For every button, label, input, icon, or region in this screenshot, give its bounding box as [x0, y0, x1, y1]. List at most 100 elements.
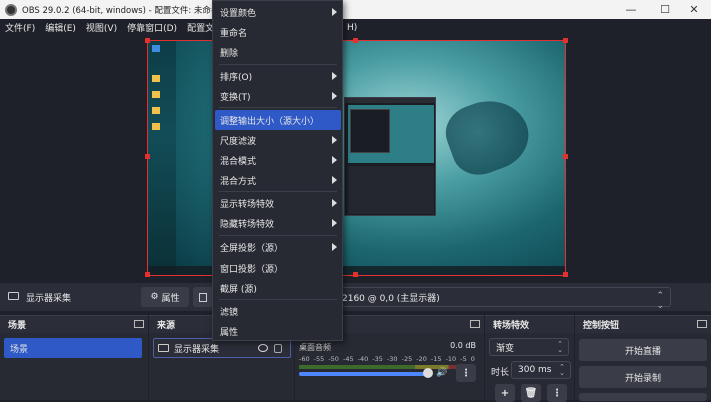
mixer-channel-name: 桌面音频	[299, 343, 331, 352]
menu-separator	[219, 64, 337, 65]
menu-item-windowed-projector[interactable]: 窗口投影（源）	[215, 258, 341, 278]
folder-icon	[152, 107, 160, 114]
folder-icon	[152, 75, 160, 82]
chevron-right-icon	[332, 199, 337, 207]
scenes-dock: 场景 场景	[0, 315, 148, 400]
scenes-title: 场景	[8, 321, 27, 331]
preview-area[interactable]	[0, 36, 711, 283]
lock-icon[interactable]	[274, 344, 282, 353]
start-streaming-button[interactable]: 开始直播	[579, 339, 707, 361]
resize-handle[interactable]	[563, 154, 568, 159]
menu-item-delete[interactable]: 删除	[215, 42, 341, 62]
folder-icon	[152, 91, 160, 98]
menu-item-scale-filter[interactable]: 尺度滤波	[215, 130, 341, 150]
eye-icon[interactable]	[258, 344, 268, 352]
chevron-right-icon	[332, 136, 337, 144]
chevron-right-icon	[332, 92, 337, 100]
resize-handle[interactable]	[145, 272, 150, 277]
menu-separator	[219, 191, 337, 192]
duration-spinbox[interactable]: 300 ms ⌃ ⌄	[511, 361, 571, 379]
volume-slider-handle[interactable]	[423, 368, 433, 378]
mixer-db-value: 0.0 dB	[450, 341, 476, 350]
chevron-right-icon	[332, 72, 337, 80]
folder-icon	[152, 123, 160, 130]
undock-icon[interactable]	[470, 320, 480, 328]
menu-edit[interactable]: 编辑(E)	[40, 21, 81, 34]
menu-separator	[219, 107, 337, 108]
menu-item-blend-mode[interactable]: 混合模式	[215, 150, 341, 170]
chevron-right-icon	[332, 219, 337, 227]
nested-obs-window	[344, 97, 436, 216]
chevron-right-icon	[332, 156, 337, 164]
undock-icon[interactable]	[134, 320, 144, 328]
close-button[interactable]: ✕	[677, 0, 711, 19]
menu-item-set-color[interactable]: 设置颜色	[215, 2, 341, 22]
desktop-icon	[152, 45, 160, 52]
menu-item-order[interactable]: 排序(O)	[215, 66, 341, 86]
menu-item-hide-transition[interactable]: 隐藏转场特效	[215, 213, 341, 233]
menu-item-resize-output[interactable]: 调整输出大小（源大小）	[215, 110, 341, 130]
scene-list-item[interactable]: 场景	[4, 338, 142, 358]
resize-handle[interactable]	[145, 154, 150, 159]
gear-icon: ⚙	[150, 292, 159, 302]
monitor-icon	[158, 344, 169, 352]
menu-bar: 文件(F) 编辑(E) 视图(V) 停靠窗口(D) 配置文件 H)	[0, 19, 711, 36]
duration-value: 300 ms	[518, 365, 552, 375]
filters-button[interactable]	[193, 287, 213, 307]
undock-icon[interactable]	[697, 320, 707, 328]
transition-value: 渐变	[496, 343, 515, 354]
chevron-right-icon	[332, 176, 337, 184]
resize-handle[interactable]	[563, 38, 568, 43]
context-menu: 设置颜色 重命名 删除 排序(O) 变换(T) 调整输出大小（源大小） 尺度滤波…	[212, 0, 343, 341]
source-toolbar: 显示器采集 ⚙ 属性 2160 @ 0,0 (主显示器) ⌃ ⌄	[0, 283, 711, 311]
menu-file[interactable]: 文件(F)	[0, 21, 40, 34]
transitions-title: 转场特效	[493, 321, 530, 331]
menu-item-transform[interactable]: 变换(T)	[215, 86, 341, 106]
menu-item-filters[interactable]: 滤镜	[215, 301, 341, 321]
menu-docks[interactable]: 停靠窗口(D)	[122, 21, 182, 34]
menu-help[interactable]: H)	[342, 23, 362, 33]
source-list-item[interactable]: 显示器采集	[153, 338, 291, 358]
add-transition-button[interactable]: +	[495, 384, 515, 402]
filter-icon	[199, 292, 207, 302]
chevron-right-icon	[332, 8, 337, 16]
chevron-updown-icon: ⌃ ⌄	[656, 291, 664, 311]
monitor-icon	[8, 292, 19, 300]
mixer-more-button[interactable]: ⋮	[456, 364, 476, 382]
speaker-icon[interactable]: 🔊	[436, 368, 447, 378]
duration-label: 时长	[491, 368, 510, 378]
source-name: 显示器采集	[26, 294, 72, 304]
display-value: 2160 @ 0,0 (主显示器)	[342, 293, 440, 304]
resize-handle[interactable]	[353, 272, 358, 277]
menu-item-fullscreen-projector[interactable]: 全屏投影（源）	[215, 237, 341, 257]
controls-dock: 控制按钮 开始直播 开始录制	[575, 315, 711, 401]
display-select[interactable]: 2160 @ 0,0 (主显示器) ⌃ ⌄	[335, 287, 671, 311]
chevron-right-icon	[332, 243, 337, 251]
transition-select[interactable]: 渐变 ⌃ ⌄	[489, 338, 569, 356]
menu-item-rename[interactable]: 重命名	[215, 22, 341, 42]
title-bar: OBS 29.0.2 (64-bit, windows) - 配置文件: 未命名…	[0, 0, 711, 19]
volume-meter	[299, 365, 475, 369]
menu-separator	[219, 299, 337, 300]
menu-item-blend-method[interactable]: 混合方式	[215, 170, 341, 190]
chevron-updown-icon: ⌃ ⌄	[557, 340, 563, 354]
transitions-dock: 转场特效 渐变 ⌃ ⌄ 时长 300 ms ⌃ ⌄ + 🗑 ⋮	[485, 315, 574, 402]
preview-canvas[interactable]	[147, 40, 566, 276]
trash-icon[interactable]: 🗑	[521, 384, 541, 402]
chevron-updown-icon: ⌃ ⌄	[559, 363, 565, 377]
menu-view[interactable]: 视图(V)	[81, 21, 122, 34]
resize-handle[interactable]	[563, 272, 568, 277]
start-recording-button[interactable]: 开始录制	[579, 366, 707, 388]
minimize-button[interactable]: —	[614, 0, 648, 19]
volume-slider[interactable]	[299, 372, 431, 376]
menu-item-screenshot-source[interactable]: 截屏 (源)	[215, 278, 341, 298]
menu-item-properties[interactable]: 属性	[215, 321, 341, 341]
source-item-label: 显示器采集	[174, 344, 220, 355]
resize-handle[interactable]	[145, 38, 150, 43]
menu-item-show-transition[interactable]: 显示转场特效	[215, 193, 341, 213]
properties-button[interactable]: ⚙ 属性	[141, 287, 189, 307]
menu-separator	[219, 235, 337, 236]
resize-handle[interactable]	[353, 38, 358, 43]
controls-title: 控制按钮	[583, 321, 620, 331]
transition-more-button[interactable]: ⋮	[547, 384, 567, 402]
